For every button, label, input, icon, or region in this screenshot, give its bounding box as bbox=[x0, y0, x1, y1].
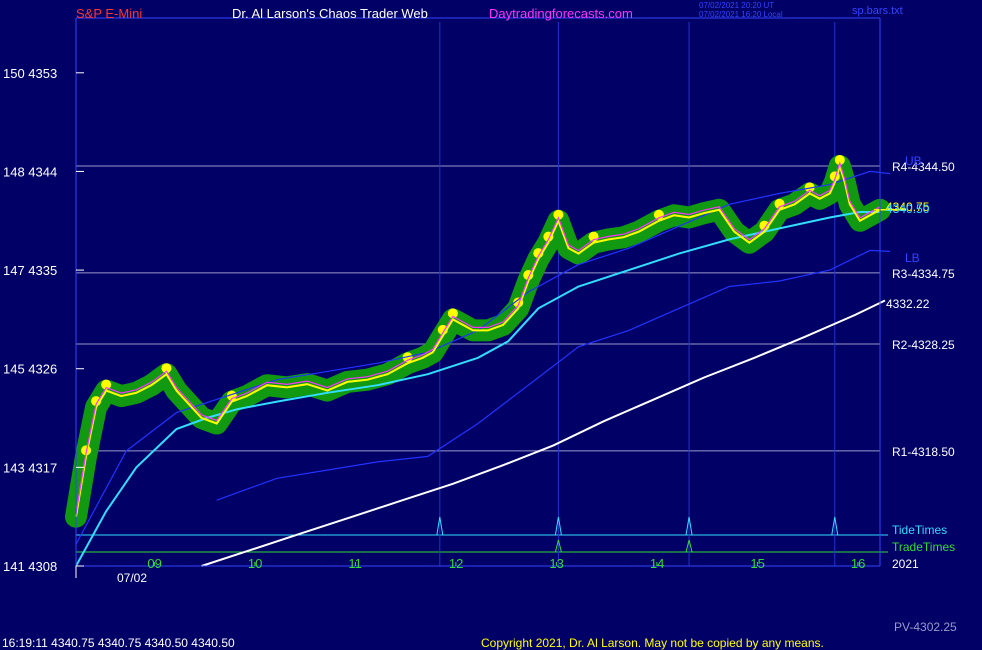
x-tick-label: 10 bbox=[248, 556, 262, 571]
level-label: R4-4344.50 bbox=[892, 160, 955, 174]
date-label: 07/02 bbox=[117, 571, 148, 585]
channel-upper-label: UB bbox=[905, 154, 922, 168]
level-label: R2-4328.25 bbox=[892, 338, 955, 352]
y-tick-label: 141 4308 bbox=[3, 559, 57, 574]
x-tick-label: 15 bbox=[750, 556, 764, 571]
time-utc: 07/02/2021 20:20 UT bbox=[699, 1, 775, 10]
year-label: 2021 bbox=[892, 557, 919, 571]
instrument-label: S&P E-Mini bbox=[76, 6, 143, 21]
time-local: 07/02/2021 16:20 Local bbox=[699, 10, 783, 19]
x-tick-label: 09 bbox=[147, 556, 161, 571]
pv-label: PV-4302.25 bbox=[894, 620, 957, 634]
x-tick-label: 16 bbox=[851, 556, 865, 571]
copyright: Copyright 2021, Dr. Al Larson. May not b… bbox=[481, 636, 824, 650]
site-title: Dr. Al Larson's Chaos Trader Web bbox=[232, 6, 428, 21]
level-label: R3-4334.75 bbox=[892, 267, 955, 281]
x-tick-label: 12 bbox=[449, 556, 463, 571]
tide-times-label: TideTimes bbox=[892, 523, 948, 537]
last-price-label: 4340.50 bbox=[886, 202, 930, 216]
slow-ema-label: 4332.22 bbox=[886, 297, 930, 311]
quote-line: 16:19:11 4340.75 4340.75 4340.50 4340.50 bbox=[2, 636, 235, 650]
y-tick-label: 143 4317 bbox=[3, 460, 57, 475]
trade-times-label: TradeTimes bbox=[892, 540, 956, 554]
site-url[interactable]: Daytradingforecasts.com bbox=[489, 7, 633, 20]
x-tick-label: 11 bbox=[348, 556, 362, 571]
channel-lower-label: LB bbox=[905, 251, 920, 265]
y-tick-label: 148 4344 bbox=[3, 164, 57, 179]
y-tick-label: 145 4326 bbox=[3, 362, 57, 377]
y-tick-label: 150 4353 bbox=[3, 66, 57, 81]
y-tick-label: 147 4335 bbox=[3, 263, 57, 278]
file-label: sp.bars.txt bbox=[852, 5, 903, 17]
x-tick-label: 14 bbox=[650, 556, 664, 571]
x-tick-label: 13 bbox=[549, 556, 563, 571]
level-label: R1-4318.50 bbox=[892, 445, 955, 459]
chart: R4-4344.50 R3-4334.75 R2-4328.25 R1-4318.50… bbox=[0, 0, 982, 650]
